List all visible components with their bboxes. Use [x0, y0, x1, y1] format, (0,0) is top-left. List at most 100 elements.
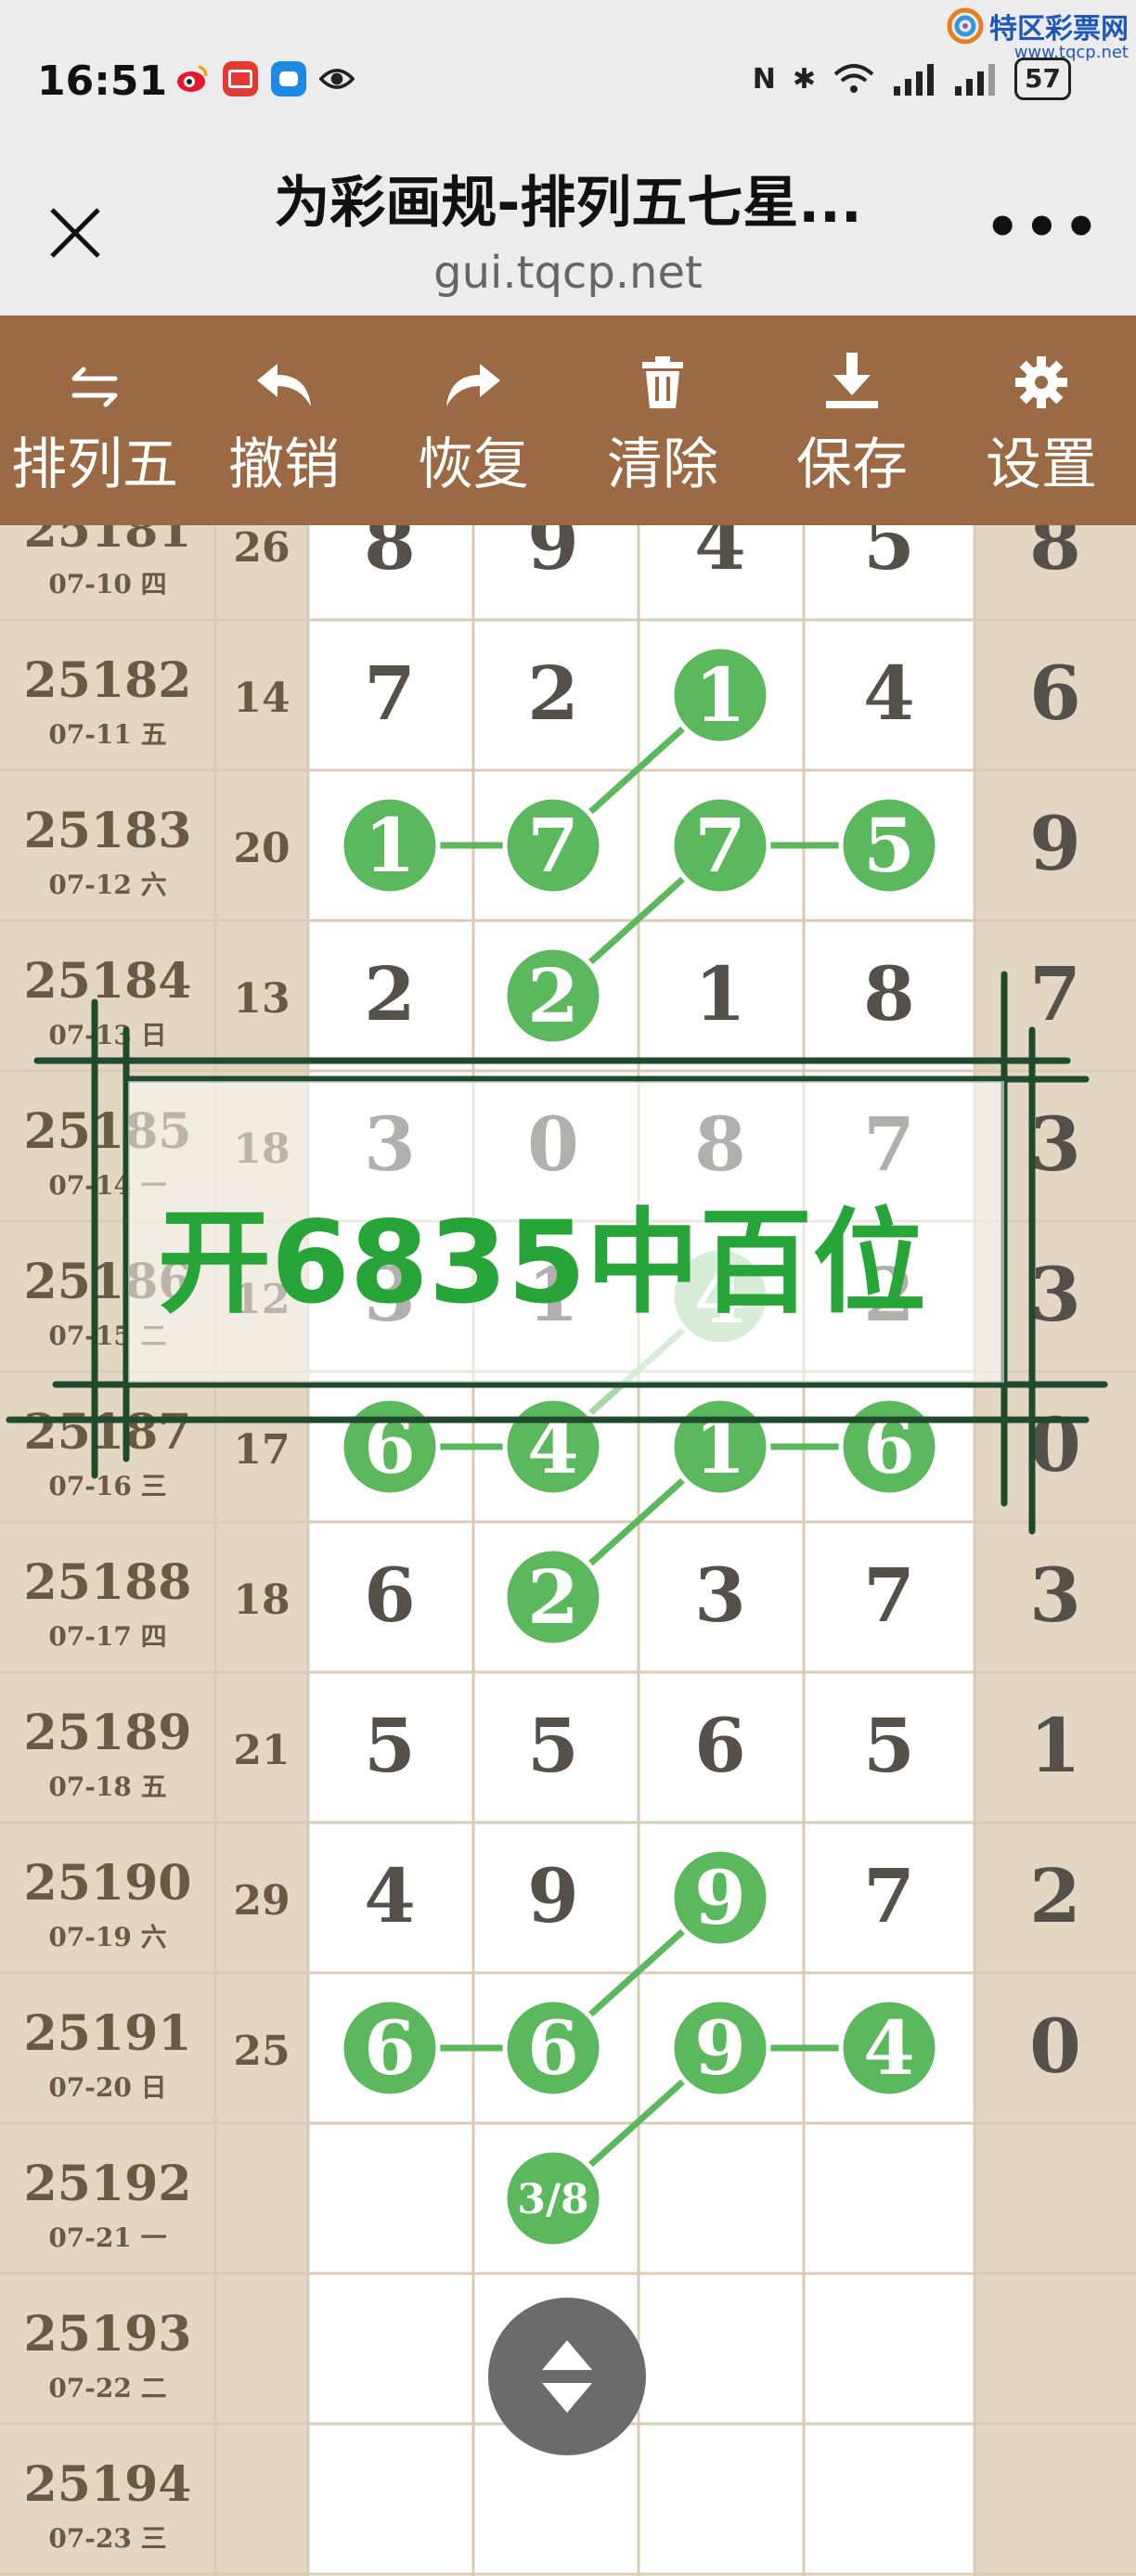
grid-canvas[interactable]: 2518107-10 四26894582518207-11 五147214625… [0, 525, 1136, 2576]
marker-label: 5 [863, 802, 915, 889]
sum-value: 29 [233, 1877, 290, 1925]
toolbar-settings-button[interactable]: 设置 [947, 316, 1136, 525]
watermark-logo: 特区彩票网 www.tqcp.net [947, 6, 1129, 62]
digit-cell: 7 [863, 1552, 915, 1639]
digit-cell: 7 [364, 650, 416, 737]
issue-date: 07-11 五 [48, 719, 166, 750]
toolbar-label: 恢复 [418, 431, 529, 497]
page-url: gui.tqcp.net [433, 247, 703, 299]
issue-date: 07-10 四 [48, 569, 166, 599]
sum-value: 26 [233, 525, 290, 572]
digit-cell: 2 [364, 950, 416, 1037]
toolbar-label: 设置 [986, 431, 1097, 497]
issue-date: 07-21 一 [48, 2222, 166, 2253]
digit-cell: 7 [863, 1852, 915, 1939]
digit-cell: 4 [694, 525, 746, 586]
bluetooth-icon: ✱ [792, 62, 817, 96]
scroll-toggle-button[interactable] [488, 2298, 646, 2455]
issue-date: 07-18 五 [48, 1771, 166, 1802]
digit-cell: 1 [1029, 1702, 1081, 1789]
message-app-icon [271, 61, 306, 97]
issue-number: 25187 [24, 1404, 192, 1461]
marker-label: 6 [364, 1403, 416, 1490]
toolbar-undo-button[interactable]: 撤销 [189, 316, 379, 525]
digit-cell: 8 [1029, 525, 1081, 586]
digit-cell: 5 [364, 1702, 416, 1789]
marker-label: 6 [364, 2004, 416, 2092]
issue-number: 25189 [24, 1705, 192, 1761]
red-app-icon [223, 61, 258, 97]
marker-label: 4 [863, 2004, 915, 2092]
issue-date: 07-12 六 [48, 869, 166, 900]
system-icons: N ✱ 57 [753, 58, 1071, 100]
gear-icon [1013, 341, 1069, 410]
issue-number: 25184 [24, 953, 192, 1010]
digit-cell: 8 [364, 525, 416, 586]
watermark-url: www.tqcp.net [1013, 43, 1129, 62]
digit-cell: 9 [527, 1852, 579, 1939]
digit-cell: 0 [1029, 2003, 1081, 2090]
eye-icon [319, 61, 355, 97]
battery-icon: 57 [1014, 58, 1071, 100]
toolbar-label: 撤销 [228, 431, 340, 497]
digit-cell: 9 [1029, 800, 1081, 887]
marker-label: 9 [694, 1854, 746, 1941]
more-options-icon[interactable]: ••• [985, 195, 1103, 260]
digit-cell: 2 [527, 650, 579, 737]
watermark-brand: 特区彩票网 [989, 13, 1129, 45]
undo-icon [253, 341, 315, 410]
marker-label: 7 [694, 802, 746, 889]
digit-cell: 4 [364, 1852, 416, 1939]
marker-label: 1 [364, 802, 416, 889]
issue-number: 25188 [24, 1554, 192, 1611]
digit-cell: 0 [1029, 1401, 1081, 1488]
marker-label: 9 [694, 2004, 746, 2092]
draw-grid[interactable]: 2518107-10 四26894582518207-11 五147214625… [0, 525, 1136, 2576]
toolbar-save-button[interactable]: 保存 [757, 316, 947, 525]
issue-number: 25182 [24, 652, 192, 709]
issue-number: 25183 [24, 803, 192, 859]
digit-cell: 3 [694, 1552, 746, 1639]
marker-label: 3/8 [517, 2176, 588, 2223]
digit-cell: 4 [863, 650, 915, 737]
toolbar-clear-button[interactable]: 清除 [568, 316, 757, 525]
digit-cell: 6 [694, 1702, 746, 1789]
signal-icon-2 [955, 64, 996, 96]
issue-number: 25194 [24, 2456, 192, 2513]
digit-cell: 7 [1029, 950, 1081, 1037]
toolbar-label: 保存 [796, 431, 908, 497]
browser-title-bar: 为彩画规-排列五七星... gui.tqcp.net ••• [0, 130, 1136, 316]
status-time: 16:51 [37, 58, 168, 105]
marker-label: 6 [863, 1403, 915, 1490]
issue-date: 07-23 三 [48, 2523, 166, 2554]
digit-cell: 6 [1029, 650, 1081, 737]
issue-number: 25193 [24, 2306, 192, 2363]
marker-label: 6 [527, 2004, 579, 2092]
toolbar-lottery-switch-button[interactable]: 排列五 [0, 316, 189, 525]
nfc-icon: N [752, 62, 776, 96]
watermark-swirl-icon [947, 7, 984, 45]
issue-date: 07-17 四 [48, 1621, 166, 1652]
close-icon[interactable] [43, 200, 108, 265]
up-down-arrows-icon [542, 2340, 592, 2413]
issue-date: 07-16 三 [48, 1471, 166, 1501]
toolbar-redo-button[interactable]: 恢复 [379, 316, 568, 525]
signal-icon [894, 64, 935, 96]
digit-cell: 3 [1029, 1552, 1081, 1639]
digit-cell: 9 [527, 525, 579, 586]
sum-value: 25 [233, 2028, 290, 2075]
issue-number: 25192 [24, 2156, 192, 2212]
sum-value: 17 [233, 1426, 290, 1474]
digit-cell: 5 [863, 1702, 915, 1789]
issue-date: 07-22 二 [48, 2373, 166, 2403]
marker-label: 2 [527, 1553, 579, 1641]
digit-cell: 1 [694, 950, 746, 1037]
marker-label: 1 [694, 1403, 746, 1490]
toolbar-label: 排列五 [11, 431, 178, 497]
marker-label: 4 [527, 1403, 579, 1490]
download-icon [824, 341, 880, 410]
toolbar: 排列五 撤销 恢复 清除 保存 设置 [0, 316, 1136, 525]
issue-number: 25191 [24, 2005, 192, 2062]
issue-number: 25190 [24, 1855, 192, 1912]
issue-date: 07-20 日 [48, 2072, 166, 2103]
